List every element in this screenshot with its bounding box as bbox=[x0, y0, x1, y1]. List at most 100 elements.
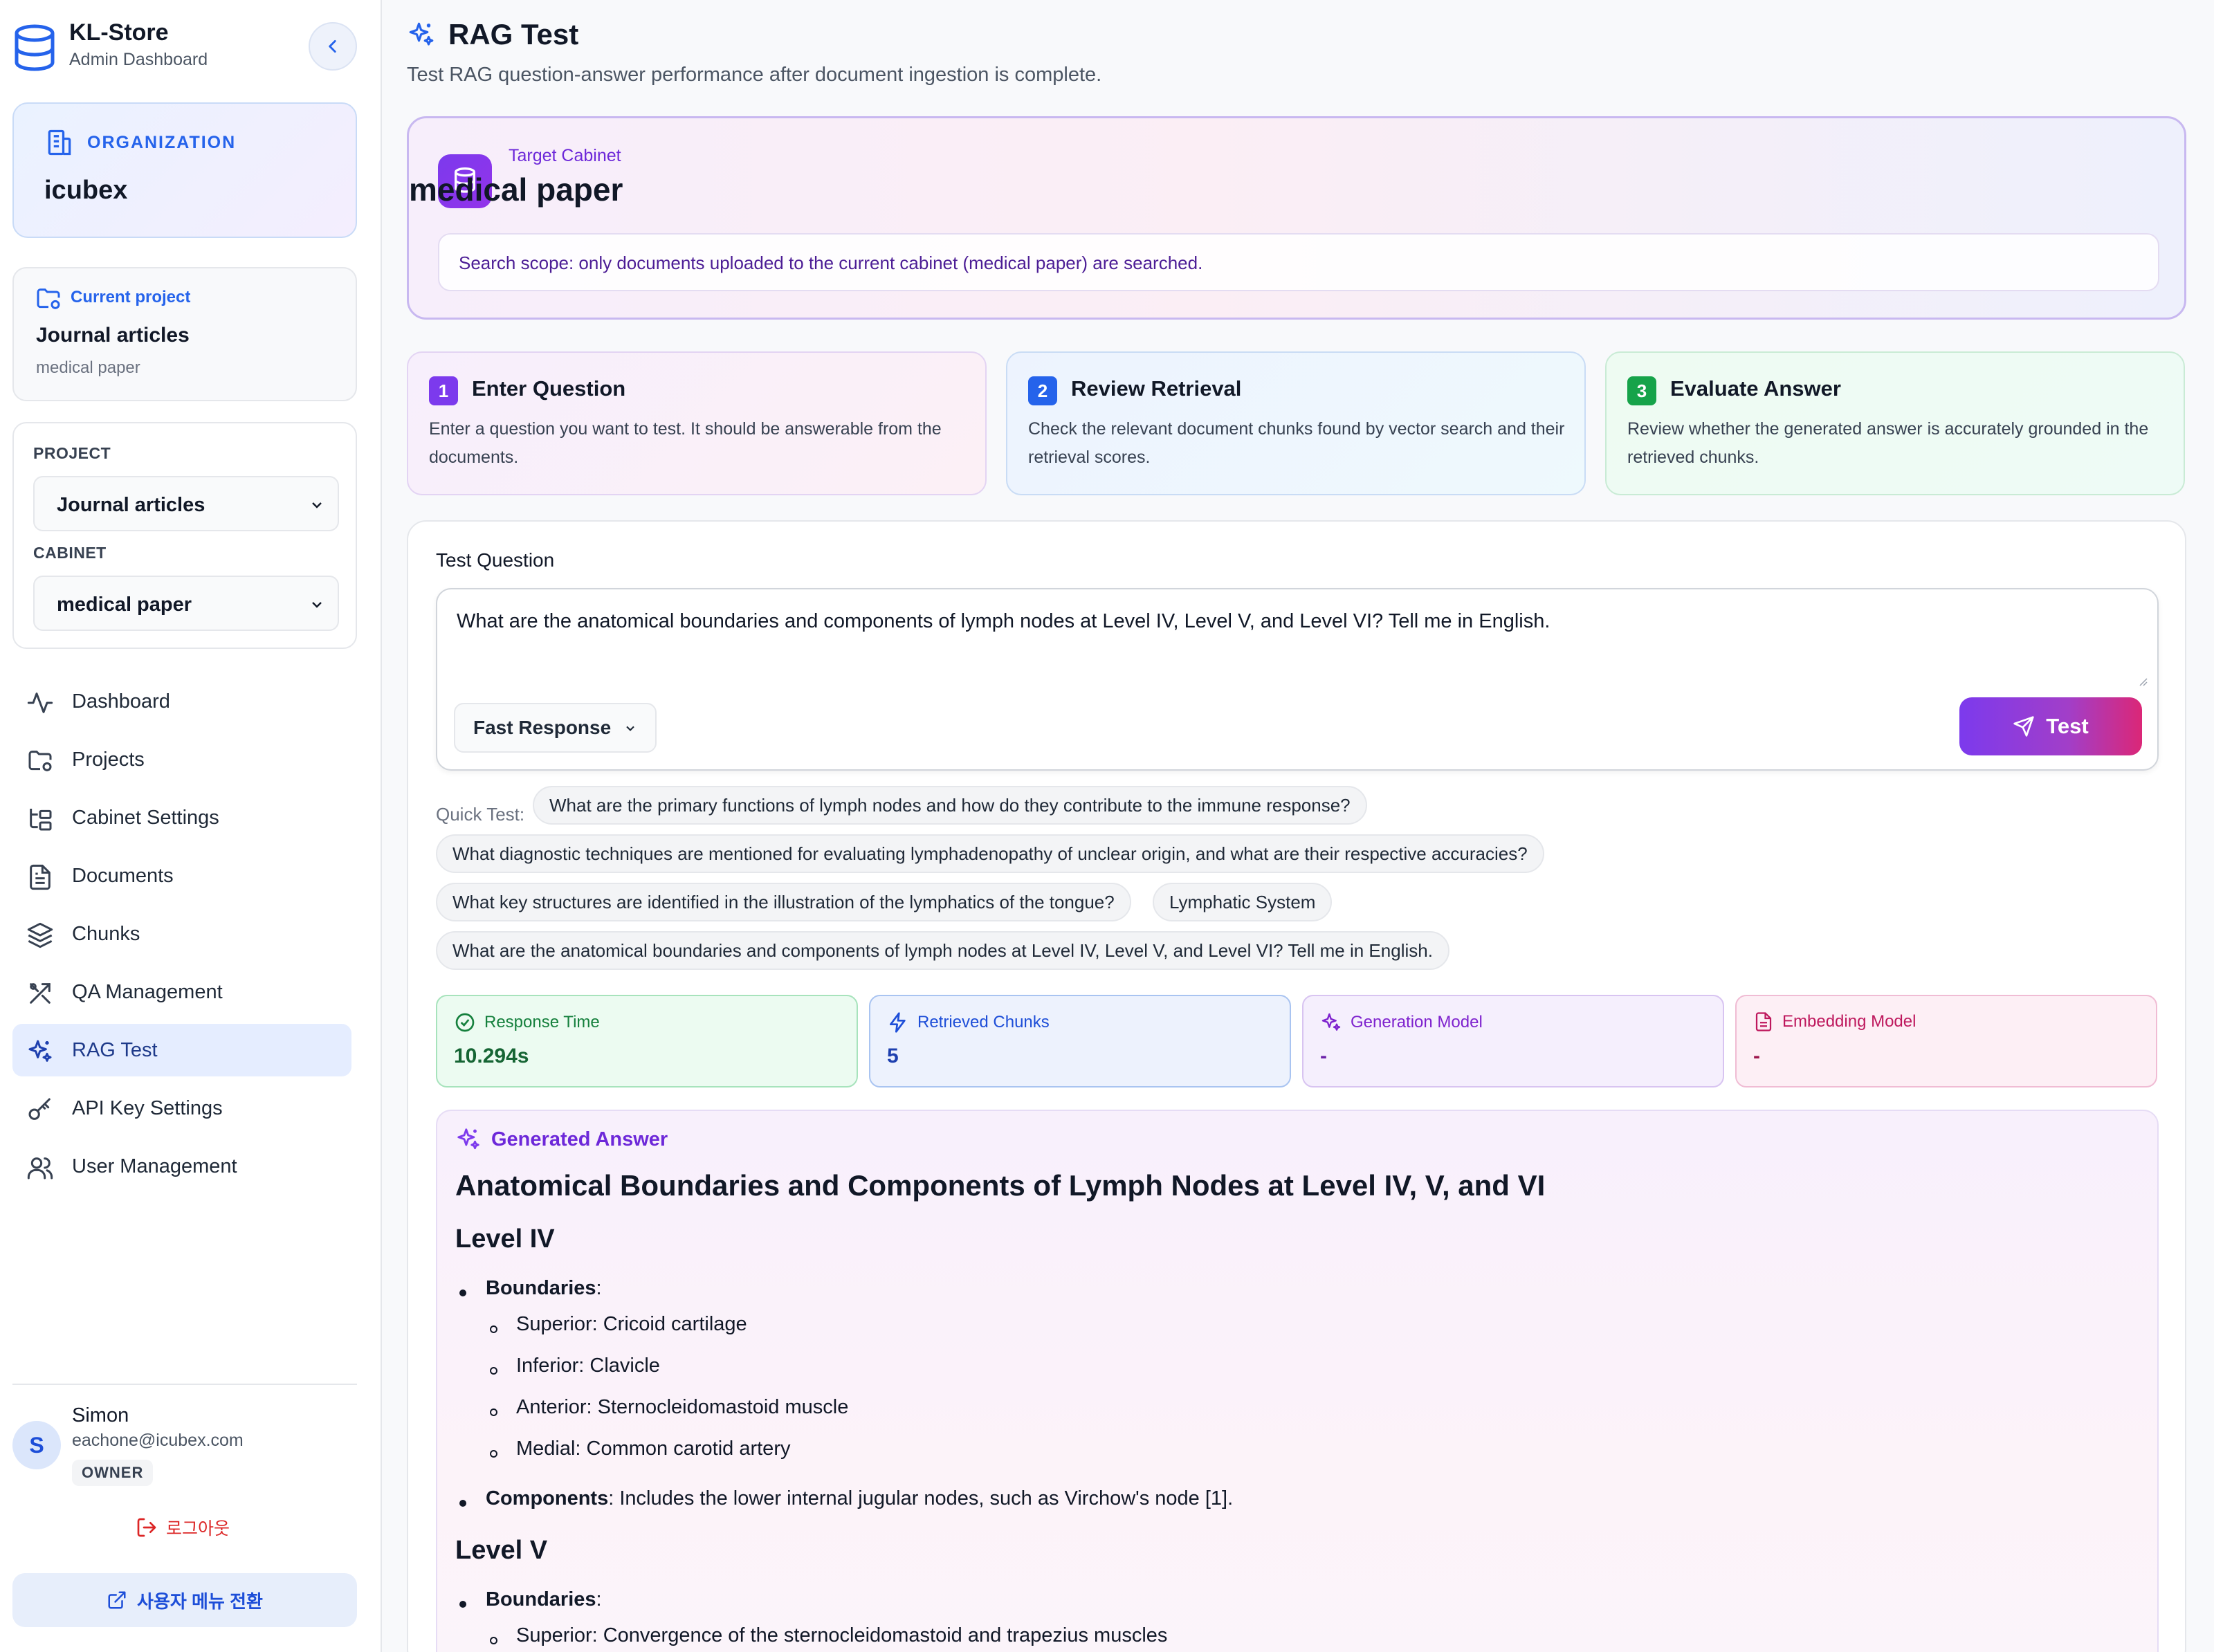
metric-response-time: Response Time 10.294s bbox=[436, 995, 858, 1087]
document-icon bbox=[1755, 1012, 1772, 1031]
quick-test-chip[interactable]: Lymphatic System bbox=[1153, 883, 1333, 921]
bullet bbox=[490, 1637, 497, 1644]
sidebar-item-chunks[interactable]: Chunks bbox=[12, 908, 351, 960]
quick-test-chip[interactable]: What are the primary functions of lymph … bbox=[533, 786, 1367, 825]
sidebar-item-documents[interactable]: Documents bbox=[12, 850, 351, 902]
bullet bbox=[459, 1601, 466, 1608]
cabinet-select[interactable]: medical paper bbox=[33, 576, 339, 631]
user-name: Simon bbox=[72, 1404, 129, 1426]
sidebar-item-label: Chunks bbox=[72, 923, 140, 945]
step-description: Enter a question you want to test. It sh… bbox=[429, 419, 942, 467]
quick-test-chip[interactable]: What are the anatomical boundaries and c… bbox=[436, 931, 1449, 970]
folder-settings-icon bbox=[37, 288, 60, 309]
answer-list-item: Boundaries: bbox=[486, 1277, 602, 1299]
cabinet-select-label: CABINET bbox=[33, 544, 107, 562]
response-mode-label: Fast Response bbox=[473, 717, 612, 738]
tools-icon bbox=[30, 983, 51, 1004]
cabinet-select-value: medical paper bbox=[57, 594, 192, 616]
sidebar-item-label: User Management bbox=[72, 1155, 237, 1177]
metric-label: Response Time bbox=[484, 1013, 600, 1031]
sidebar-divider bbox=[12, 1384, 357, 1385]
metric-value: - bbox=[1320, 1045, 1327, 1067]
brand-title: KL-Store bbox=[69, 19, 169, 46]
components-label: Components bbox=[486, 1487, 609, 1509]
response-mode-dropdown[interactable]: Fast Response bbox=[454, 703, 657, 753]
step-description: Check the relevant document chunks found… bbox=[1028, 419, 1565, 467]
page-header: RAG Test bbox=[407, 18, 578, 51]
resize-handle-icon[interactable] bbox=[2137, 675, 2148, 686]
folder-settings-icon bbox=[28, 751, 52, 771]
brand[interactable]: KL-Store Admin Dashboard bbox=[12, 17, 358, 79]
sparkles-icon bbox=[1321, 1013, 1341, 1031]
step-number: 1 bbox=[429, 376, 458, 405]
metric-label: Embedding Model bbox=[1782, 1012, 1916, 1031]
sidebar-item-rag-test[interactable]: RAG Test bbox=[12, 1024, 351, 1076]
question-textarea[interactable]: What are the anatomical boundaries and c… bbox=[436, 588, 2159, 771]
step-card-evaluate-answer: 3 Evaluate Answer Review whether the gen… bbox=[1605, 351, 2185, 495]
main-content: RAG Test Test RAG question-answer perfor… bbox=[382, 0, 2214, 1652]
step-title: Enter Question bbox=[472, 376, 626, 401]
boundaries-label: Boundaries bbox=[486, 1588, 596, 1610]
project-select-label: PROJECT bbox=[33, 444, 111, 462]
sidebar-item-label: Documents bbox=[72, 865, 174, 887]
quick-test-chip[interactable]: What key structures are identified in th… bbox=[436, 883, 1131, 921]
brand-subtitle: Admin Dashboard bbox=[69, 50, 208, 69]
selector-card: PROJECT Journal articles CABINET medical… bbox=[12, 422, 357, 649]
metric-header: Response Time bbox=[454, 1011, 600, 1034]
step-card-review-retrieval: 2 Review Retrieval Check the relevant do… bbox=[1006, 351, 1586, 495]
avatar[interactable]: S bbox=[12, 1421, 61, 1469]
activity-icon bbox=[27, 692, 53, 713]
sidebar-item-user-management[interactable]: User Management bbox=[12, 1140, 351, 1193]
answer-list-item: Components: Includes the lower internal … bbox=[486, 1487, 1233, 1510]
metric-value: 5 bbox=[887, 1045, 899, 1067]
bullet bbox=[490, 1450, 497, 1458]
bullet bbox=[459, 1500, 466, 1507]
sidebar-item-label: Cabinet Settings bbox=[72, 807, 219, 829]
bullet bbox=[459, 1290, 466, 1296]
database-icon bbox=[15, 24, 55, 71]
layers-icon bbox=[27, 922, 53, 948]
chevron-left-icon bbox=[329, 40, 336, 53]
test-submit-button[interactable]: Test bbox=[1959, 697, 2142, 755]
current-project-name: Journal articles bbox=[36, 324, 190, 347]
switch-user-menu-button[interactable]: 사용자 메뉴 전환 bbox=[12, 1573, 357, 1627]
metric-value: - bbox=[1753, 1045, 1760, 1067]
building-icon bbox=[48, 129, 71, 156]
organization-label: ORGANIZATION bbox=[87, 133, 237, 152]
sidebar-item-projects[interactable]: Projects bbox=[12, 733, 351, 786]
sidebar-item-cabinet-settings[interactable]: Cabinet Settings bbox=[12, 791, 351, 844]
organization-name: icubex bbox=[44, 176, 128, 205]
step-number: 2 bbox=[1028, 376, 1057, 405]
switch-user-menu-label: 사용자 메뉴 전환 bbox=[137, 1590, 263, 1612]
sidebar-item-api-key-settings[interactable]: API Key Settings bbox=[12, 1082, 351, 1135]
project-select[interactable]: Journal articles bbox=[33, 476, 339, 531]
role-badge: OWNER bbox=[72, 1460, 154, 1486]
organization-card: ORGANIZATION icubex bbox=[12, 102, 357, 238]
question-text: What are the anatomical boundaries and c… bbox=[457, 610, 1550, 632]
metric-generation-model: Generation Model - bbox=[1302, 995, 1724, 1087]
users-icon bbox=[27, 1157, 53, 1180]
current-project-card: Current project Journal articles medical… bbox=[12, 267, 357, 401]
sidebar-nav: Dashboard Projects Cabinet Settings Docu… bbox=[12, 675, 351, 1198]
target-cabinet-label: Target Cabinet bbox=[509, 146, 621, 165]
test-button-label: Test bbox=[2046, 714, 2089, 738]
generated-answer-label: Generated Answer bbox=[491, 1128, 668, 1150]
check-circle-icon bbox=[455, 1013, 475, 1032]
send-icon bbox=[2013, 716, 2034, 737]
logout-icon bbox=[137, 1518, 156, 1537]
sidebar-item-qa-management[interactable]: QA Management bbox=[12, 966, 351, 1018]
metric-label: Generation Model bbox=[1351, 1013, 1483, 1031]
search-scope-box: Search scope: only documents uploaded to… bbox=[438, 233, 2159, 291]
logout-button[interactable]: 로그아웃 bbox=[136, 1515, 230, 1540]
document-icon bbox=[30, 864, 51, 890]
zap-icon bbox=[890, 1012, 906, 1033]
quick-test-chip[interactable]: What diagnostic techniques are mentioned… bbox=[436, 834, 1544, 873]
bullet bbox=[490, 1325, 497, 1333]
collapse-sidebar-button[interactable] bbox=[309, 22, 357, 71]
answer-section-title: Level V bbox=[455, 1536, 548, 1565]
sidebar-item-label: API Key Settings bbox=[72, 1097, 223, 1119]
sidebar-item-dashboard[interactable]: Dashboard bbox=[12, 675, 351, 728]
page-title: RAG Test bbox=[448, 18, 579, 51]
test-question-label: Test Question bbox=[436, 549, 555, 571]
components-text: : Includes the lower internal jugular no… bbox=[608, 1487, 1234, 1509]
